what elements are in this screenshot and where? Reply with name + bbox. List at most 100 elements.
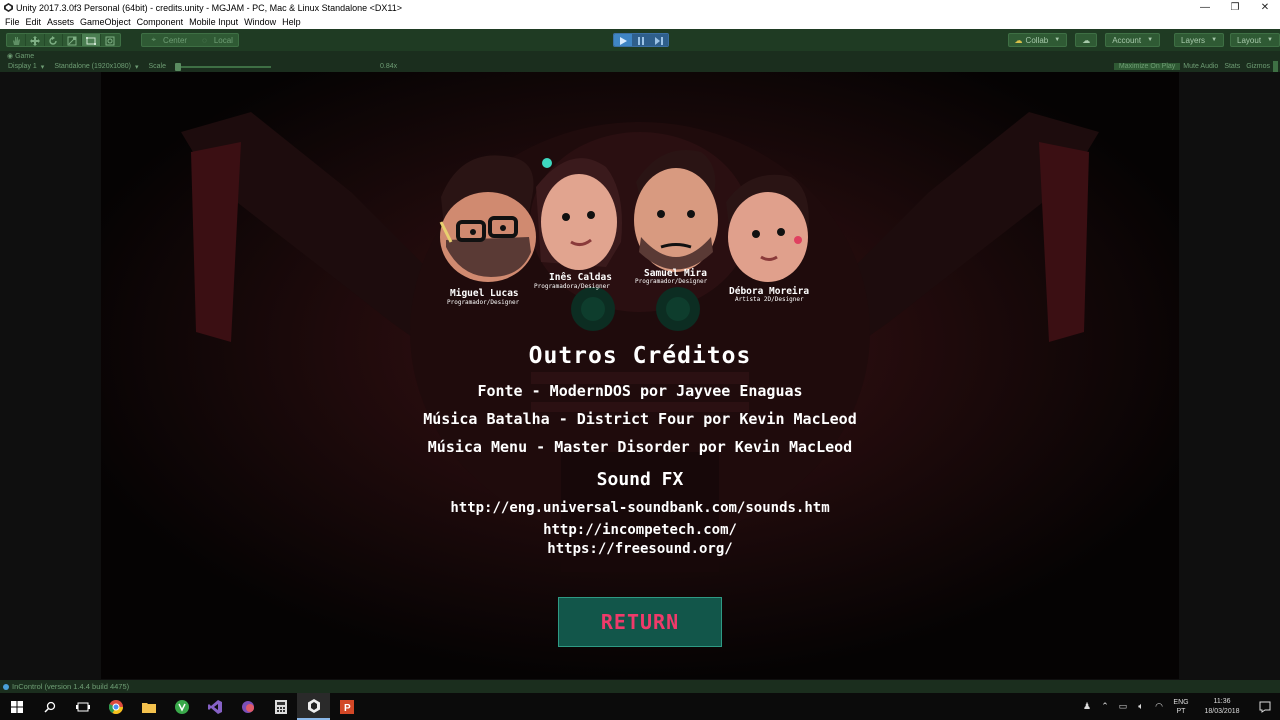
mute-audio-toggle[interactable]: Mute Audio <box>1180 63 1221 70</box>
pause-button[interactable] <box>631 34 650 46</box>
menu-window[interactable]: Window <box>241 17 279 27</box>
search-button[interactable] <box>33 693 66 720</box>
menu-edit[interactable]: Edit <box>23 17 45 27</box>
stats-toggle[interactable]: Stats <box>1221 63 1243 70</box>
menu-bar: File Edit Assets GameObject Component Mo… <box>0 15 1280 29</box>
pivot-center-button[interactable]: ⌖ Center <box>142 35 193 45</box>
step-button[interactable] <box>649 34 668 46</box>
pivot-toggle: ⌖ Center ◌ Local <box>140 33 239 47</box>
game-icon: ◉ <box>7 53 16 60</box>
move-icon <box>29 36 40 46</box>
move-tool-button[interactable] <box>26 34 45 46</box>
battery-icon[interactable]: ▭ <box>1114 701 1132 712</box>
layers-dropdown[interactable]: Layers ▼ <box>1174 33 1225 47</box>
avatar-samuel <box>634 150 718 272</box>
transform-tool-button[interactable] <box>101 34 120 46</box>
pause-icon <box>637 37 644 45</box>
pivot-local-button[interactable]: ◌ Local <box>192 36 238 45</box>
play-button[interactable] <box>613 34 632 46</box>
system-tray: ♟ ⌃ ▭ 🔈︎ ◠ ENG PT 11:36 18/03/2018 <box>1078 693 1280 720</box>
taskbar-chrome[interactable] <box>99 693 132 720</box>
hand-tool-button[interactable] <box>7 34 26 46</box>
maximize-on-play-toggle[interactable]: Maximize On Play <box>1113 63 1181 70</box>
resolution-dropdown[interactable]: Standalone (1920x1080) ▾ <box>49 63 143 71</box>
avatar-debora <box>726 174 809 282</box>
menu-component[interactable]: Component <box>134 17 187 27</box>
unity-editor-window: Unity 2017.3.0f3 Personal (64bit) - cred… <box>0 0 1280 720</box>
game-area: Miguel Lucas Programador/Designer Inês C… <box>0 72 1280 680</box>
taskbar-file-explorer[interactable] <box>132 693 165 720</box>
taskbar-app-green[interactable] <box>165 693 198 720</box>
scale-icon <box>67 36 77 46</box>
team-name-miguel: Miguel Lucas <box>450 288 519 299</box>
notification-button[interactable] <box>1250 701 1280 713</box>
scale-slider-handle[interactable] <box>175 62 182 71</box>
gizmos-dropdown[interactable]: Gizmos <box>1243 63 1273 70</box>
window-title: Unity 2017.3.0f3 Personal (64bit) - cred… <box>16 2 403 13</box>
scrollbar[interactable] <box>1273 61 1278 72</box>
sfx-url: http://eng.universal-soundbank.com/sound… <box>450 500 830 516</box>
account-dropdown[interactable]: Account ▼ <box>1105 33 1161 47</box>
rect-tool-button[interactable] <box>82 34 101 46</box>
collab-button[interactable]: ☁ Collab ▼ <box>1007 33 1068 47</box>
taskbar-app-mail[interactable] <box>231 693 264 720</box>
menu-gameobject[interactable]: GameObject <box>77 17 134 27</box>
taskbar-powerpoint[interactable]: P <box>330 693 363 720</box>
start-button[interactable] <box>0 693 33 720</box>
team-role-miguel: Programador/Designer <box>447 299 520 306</box>
pivot-icon: ⌖ <box>151 35 157 44</box>
language-indicator[interactable]: ENG PT <box>1168 698 1194 716</box>
unity-icon <box>307 698 320 713</box>
scale-label: Scale <box>148 63 167 70</box>
cloud-icon: ☁ <box>1082 35 1091 45</box>
volume-icon[interactable]: 🔈︎ <box>1132 701 1150 712</box>
title-bar: Unity 2017.3.0f3 Personal (64bit) - cred… <box>0 0 1280 15</box>
game-tab-header: ◉ Game <box>0 51 1280 61</box>
minimize-button[interactable]: — <box>1190 0 1220 15</box>
collab-icon: ☁ <box>1014 35 1023 45</box>
game-tab[interactable]: ◉ Game <box>7 52 34 60</box>
windows-taskbar: P ♟ ⌃ ▭ 🔈︎ ◠ ENG PT 11:36 18/03/2018 <box>0 693 1280 720</box>
search-icon <box>43 701 55 713</box>
play-controls <box>612 33 669 47</box>
chrome-icon <box>108 699 123 714</box>
team-role-debora: Artista 2D/Designer <box>735 296 804 303</box>
unity-toolbar: ⌖ Center ◌ Local ☁ Collab ▼ ☁ Account ▼ … <box>0 29 1280 51</box>
maximize-button[interactable]: ❐ <box>1220 0 1250 15</box>
chevron-down-icon: ▾ <box>40 63 45 71</box>
menu-mobile-input[interactable]: Mobile Input <box>186 17 241 27</box>
people-icon[interactable]: ♟ <box>1078 701 1096 712</box>
app-green-icon <box>174 699 189 714</box>
windows-logo-icon <box>10 700 23 713</box>
layout-dropdown[interactable]: Layout ▼ <box>1230 33 1280 47</box>
info-icon <box>3 683 9 690</box>
scale-slider[interactable] <box>175 62 272 71</box>
chevron-up-icon[interactable]: ⌃ <box>1096 701 1114 712</box>
console-status-bar[interactable]: InControl (version 1.4.4 build 4475) <box>0 680 1280 693</box>
menu-help[interactable]: Help <box>279 17 304 27</box>
wifi-icon[interactable]: ◠ <box>1150 701 1168 712</box>
scale-value: 0.84x <box>380 63 398 70</box>
display-dropdown[interactable]: Display 1 ▾ <box>3 63 49 71</box>
game-view-controls: Display 1 ▾ Standalone (1920x1080) ▾ Sca… <box>0 61 1280 72</box>
menu-assets[interactable]: Assets <box>44 17 77 27</box>
menu-file[interactable]: File <box>2 17 23 27</box>
chevron-down-icon: ▼ <box>1211 37 1218 43</box>
global-icon: ◌ <box>202 35 207 45</box>
taskbar-calculator[interactable] <box>264 693 297 720</box>
return-button[interactable]: RETURN <box>558 597 722 647</box>
close-button[interactable]: ✕ <box>1250 0 1280 15</box>
calculator-icon <box>274 699 287 714</box>
clock[interactable]: 11:36 18/03/2018 <box>1194 697 1250 717</box>
task-view-button[interactable] <box>66 693 99 720</box>
scale-tool-button[interactable] <box>63 34 83 46</box>
credit-line: Música Menu - Master Disorder por Kevin … <box>427 438 853 456</box>
cloud-button[interactable]: ☁ <box>1075 33 1098 47</box>
taskbar-unity[interactable] <box>297 693 330 720</box>
rotate-tool-button[interactable] <box>45 34 64 46</box>
sfx-url: http://incompetech.com/ <box>543 522 737 538</box>
rect-icon <box>86 37 97 45</box>
taskbar-visual-studio[interactable] <box>198 693 231 720</box>
folder-icon <box>141 702 156 713</box>
other-credits-heading: Outros Créditos <box>528 343 752 369</box>
